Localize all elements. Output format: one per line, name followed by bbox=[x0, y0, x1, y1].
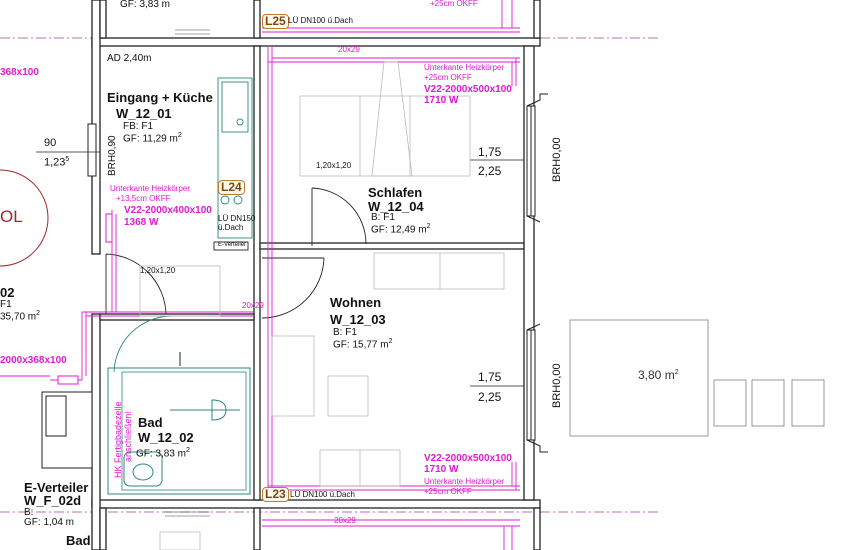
shaft bbox=[41, 391, 93, 469]
dim-20x29-bottom: 20x29 bbox=[334, 516, 356, 525]
eingang-fb: FB: F1 bbox=[123, 121, 154, 132]
eingang-id: W_12_01 bbox=[116, 106, 172, 121]
schlafen-heater-b: +25cm OKFF bbox=[424, 73, 472, 82]
dim-90: 90 bbox=[44, 137, 57, 149]
right-boxes bbox=[569, 319, 825, 437]
dim-20x29-top: 20x29 bbox=[338, 45, 360, 54]
wohnen-heater-power: 1710 W bbox=[424, 464, 459, 475]
dim-120-eingang: 1,20x1,20 bbox=[140, 266, 176, 275]
verteiler-tag: E-Verteiler bbox=[218, 242, 247, 248]
hk-fertig-b: anschließen! bbox=[123, 410, 133, 462]
left-room-id: 02 bbox=[0, 285, 15, 300]
eingang-heater-power: 1368 W bbox=[124, 217, 159, 228]
l25-tag: L25 bbox=[262, 14, 289, 29]
eingang-heater-b: +13,5cm OKFF bbox=[116, 194, 171, 203]
eingang-gf: GF: 11,29 m2 bbox=[123, 132, 182, 145]
schlafen-name: Schlafen bbox=[368, 185, 423, 200]
wohnen-id: W_12_03 bbox=[330, 312, 386, 327]
wohnen-heater-type: V22-2000x500x100 bbox=[424, 453, 512, 464]
area-box-label: 3,80 m2 bbox=[638, 368, 679, 382]
schlafen-brh: BRH0,00 bbox=[551, 137, 563, 182]
bad-id: W_12_02 bbox=[138, 430, 194, 445]
schlafen-win-h: 2,25 bbox=[478, 164, 502, 178]
eingang-name: Eingang + Küche bbox=[107, 90, 213, 105]
ad-label: AD 2,40m bbox=[107, 53, 152, 64]
top-room-area: GF: 3,83 m bbox=[120, 0, 171, 10]
eingang-heater-a: Unterkante Heizkörper bbox=[110, 184, 191, 193]
everteiler-id: W_F_02d bbox=[24, 493, 82, 508]
bad2-name: Bad bbox=[66, 533, 91, 548]
wohnen-brh: BRH0,00 bbox=[551, 363, 563, 408]
wohnen-heater-b: +25cm OKFF bbox=[424, 487, 472, 496]
brh-left: BRH0,90 bbox=[107, 135, 118, 176]
wohnen-name: Wohnen bbox=[330, 295, 382, 310]
dim-120-schlafen: 1,20x1,20 bbox=[316, 161, 352, 170]
schlafen-b: B: F1 bbox=[371, 212, 395, 223]
lu-bottom-label: LÜ DN100 ü.Dach bbox=[290, 490, 355, 499]
left-room-b: F1 bbox=[0, 299, 12, 310]
wohnen-win-h: 2,25 bbox=[478, 390, 502, 404]
schlafen-win-w: 1,75 bbox=[478, 145, 502, 159]
lu-l24-b: ü.Dach bbox=[218, 223, 244, 232]
dim-123: 1,235 bbox=[44, 156, 70, 169]
bad-gf: GF: 3,83 m2 bbox=[136, 447, 190, 460]
eingang-heater-type: V22-2000x400x100 bbox=[124, 205, 212, 216]
everteiler-gf: GF: 1,04 m bbox=[24, 517, 75, 528]
lu-top-label: LÜ DN100 ü.Dach bbox=[288, 16, 353, 25]
wohnen-win-w: 1,75 bbox=[478, 370, 502, 384]
top-heater-okff: +25cm OKFF bbox=[430, 0, 478, 8]
schlafen-heater-a: Unterkante Heizkörper bbox=[424, 63, 505, 72]
wohnen-b: B: F1 bbox=[333, 327, 357, 338]
left-heater-a: 368x100 bbox=[0, 67, 39, 78]
bad-name: Bad bbox=[138, 415, 163, 430]
floor-plan: GF: 3,83 m L25 LÜ DN100 ü.Dach +25cm OKF… bbox=[0, 0, 850, 550]
l24-tag: L24 bbox=[218, 180, 245, 195]
wohnen-heater-a: Unterkante Heizkörper bbox=[424, 477, 505, 486]
schlafen-heater-power: 1710 W bbox=[424, 95, 459, 106]
wohnen-gf: GF: 15,77 m2 bbox=[333, 338, 393, 351]
l23-tag: L23 bbox=[262, 487, 289, 502]
dim-20x29-mid: 20x29 bbox=[242, 301, 264, 310]
left-heater-b: 2000x368x100 bbox=[0, 355, 67, 366]
left-room-gf: 35,70 m2 bbox=[0, 310, 41, 323]
schlafen-heater-type: V22-2000x500x100 bbox=[424, 84, 512, 95]
left-room-label: OL bbox=[0, 207, 23, 226]
schlafen-gf: GF: 12,49 m2 bbox=[371, 223, 431, 236]
